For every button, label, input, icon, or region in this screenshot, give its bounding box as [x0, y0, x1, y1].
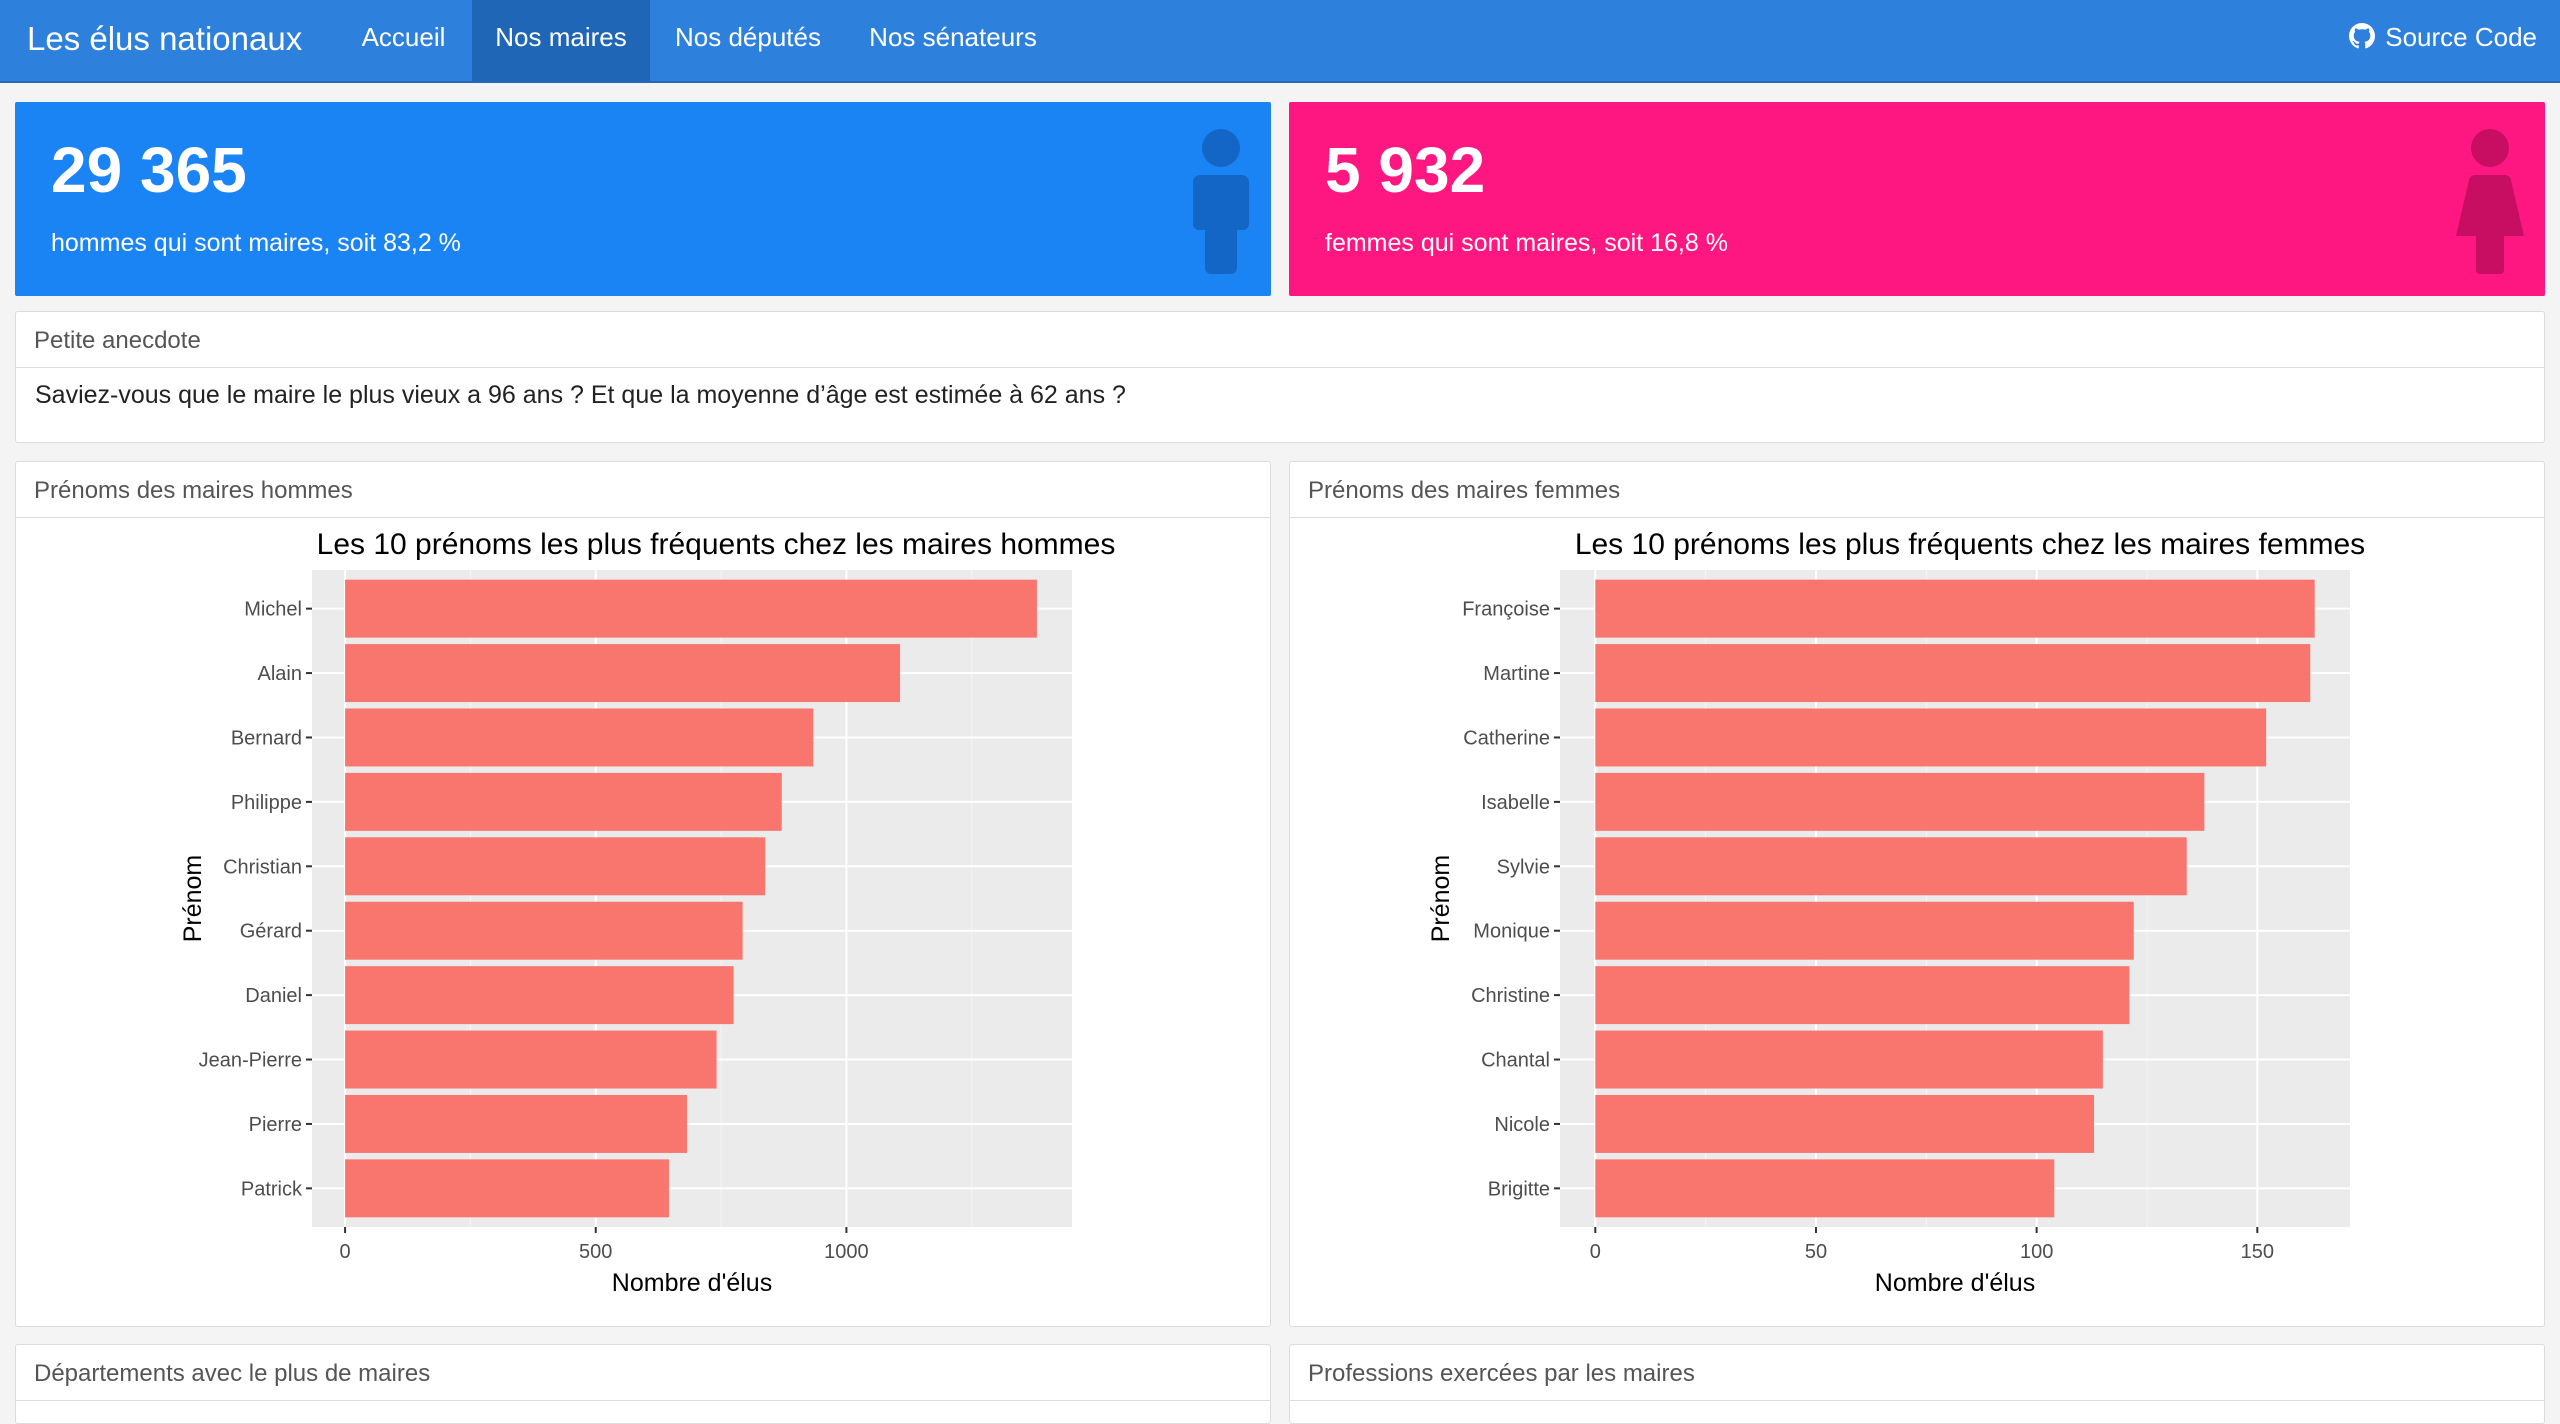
bar-catherine [1595, 708, 2267, 767]
bar-philippe [345, 772, 782, 831]
x-tick-label: 100 [2020, 1241, 2053, 1263]
y-tick-label: Catherine [1463, 727, 1550, 749]
anecdote-card: Petite anecdote Saviez-vous que le maire… [15, 311, 2545, 443]
bar-bernard [345, 708, 814, 767]
y-tick-label: Nicole [1494, 1114, 1550, 1136]
chart-title: Les 10 prénoms les plus fréquents chez l… [1575, 528, 2365, 561]
professions-card: Professions exercées par les maires [1289, 1344, 2545, 1424]
y-axis-label: Prénom [179, 855, 207, 943]
y-tick-label: Daniel [245, 985, 302, 1007]
women-names-chart: Les 10 prénoms les plus fréquents chez l… [1427, 528, 2365, 1297]
women-names-header: Prénoms des maires femmes [1290, 462, 2544, 518]
x-tick-label: 500 [579, 1241, 612, 1263]
male-person-icon [1193, 129, 1249, 274]
y-tick-label: Françoise [1462, 599, 1550, 621]
source-code-label: Source Code [2385, 22, 2537, 52]
bar-martine [1595, 644, 2311, 703]
y-tick-label: Bernard [231, 727, 302, 749]
departments-header: Départements avec le plus de maires [16, 1345, 1270, 1401]
y-tick-label: Monique [1473, 921, 1550, 943]
bar-chantal [1595, 1030, 2103, 1089]
bar-jean-pierre [345, 1030, 717, 1089]
bar-brigitte [1595, 1159, 2055, 1218]
women-mayors-caption: femmes qui sont maires, soit 16,8 % [1325, 229, 1728, 257]
y-tick-label: Isabelle [1481, 792, 1550, 814]
x-tick-label: 1000 [824, 1241, 869, 1263]
x-axis-label: Nombre d'élus [1875, 1269, 2035, 1297]
y-tick-label: Michel [244, 599, 302, 621]
men-names-header: Prénoms des maires hommes [16, 462, 1270, 518]
y-axis-label: Prénom [1427, 855, 1455, 943]
men-names-card: Prénoms des maires hommes Les 10 prénoms… [15, 461, 1271, 1327]
y-tick-label: Pierre [249, 1114, 302, 1136]
bar-françoise [1595, 579, 2315, 638]
women-mayors-value-box: 5 932 femmes qui sont maires, soit 16,8 … [1289, 102, 2545, 296]
women-names-card: Prénoms des maires femmes Les 10 prénoms… [1289, 461, 2545, 1327]
men-mayors-caption: hommes qui sont maires, soit 83,2 % [51, 229, 461, 257]
y-tick-label: Patrick [241, 1178, 303, 1200]
bar-monique [1595, 901, 2134, 960]
navbar: Les élus nationaux Accueil Nos maires No… [0, 0, 2560, 83]
x-axis-label: Nombre d'élus [612, 1269, 772, 1297]
bar-christian [345, 837, 766, 896]
y-tick-label: Philippe [231, 792, 302, 814]
bar-daniel [345, 966, 734, 1025]
men-mayors-count: 29 365 [51, 134, 247, 206]
y-tick-label: Martine [1483, 663, 1550, 685]
women-mayors-count: 5 932 [1325, 134, 1486, 206]
brand-title[interactable]: Les élus nationaux [27, 0, 302, 80]
x-tick-label: 0 [1590, 1241, 1601, 1263]
chart-title: Les 10 prénoms les plus fréquents chez l… [317, 528, 1116, 561]
female-person-icon [2456, 129, 2524, 274]
bar-gérard [345, 901, 743, 960]
github-icon [2349, 23, 2376, 49]
professions-header: Professions exercées par les maires [1290, 1345, 2544, 1401]
bar-isabelle [1595, 772, 2205, 831]
anecdote-header: Petite anecdote [16, 312, 2544, 368]
y-tick-label: Sylvie [1497, 856, 1550, 878]
x-tick-label: 50 [1805, 1241, 1827, 1263]
bar-patrick [345, 1159, 669, 1218]
bar-michel [345, 579, 1037, 638]
men-names-chart: Les 10 prénoms les plus fréquents chez l… [179, 528, 1116, 1297]
men-mayors-value-box: 29 365 hommes qui sont maires, soit 83,2… [15, 102, 1271, 296]
nav-nos-senateurs[interactable]: Nos sénateurs [858, 0, 1048, 81]
bar-nicole [1595, 1094, 2095, 1153]
y-tick-label: Christine [1471, 985, 1550, 1007]
y-tick-label: Christian [223, 856, 302, 878]
y-tick-label: Alain [258, 663, 302, 685]
nav-accueil[interactable]: Accueil [347, 0, 460, 81]
nav-nos-deputes[interactable]: Nos députés [664, 0, 832, 81]
y-tick-label: Gérard [240, 921, 302, 943]
source-code-link[interactable]: Source Code [2349, 0, 2537, 80]
bar-sylvie [1595, 837, 2187, 896]
y-tick-label: Chantal [1481, 1050, 1550, 1072]
x-tick-label: 150 [2241, 1241, 2274, 1263]
y-tick-label: Jean-Pierre [199, 1050, 302, 1072]
anecdote-text: Saviez-vous que le maire le plus vieux a… [35, 381, 1126, 409]
y-tick-label: Brigitte [1488, 1178, 1550, 1200]
x-tick-label: 0 [340, 1241, 351, 1263]
nav-nos-maires[interactable]: Nos maires [472, 0, 650, 81]
bar-christine [1595, 966, 2130, 1025]
bar-pierre [345, 1094, 687, 1153]
departments-card: Départements avec le plus de maires [15, 1344, 1271, 1424]
bar-alain [345, 644, 901, 703]
